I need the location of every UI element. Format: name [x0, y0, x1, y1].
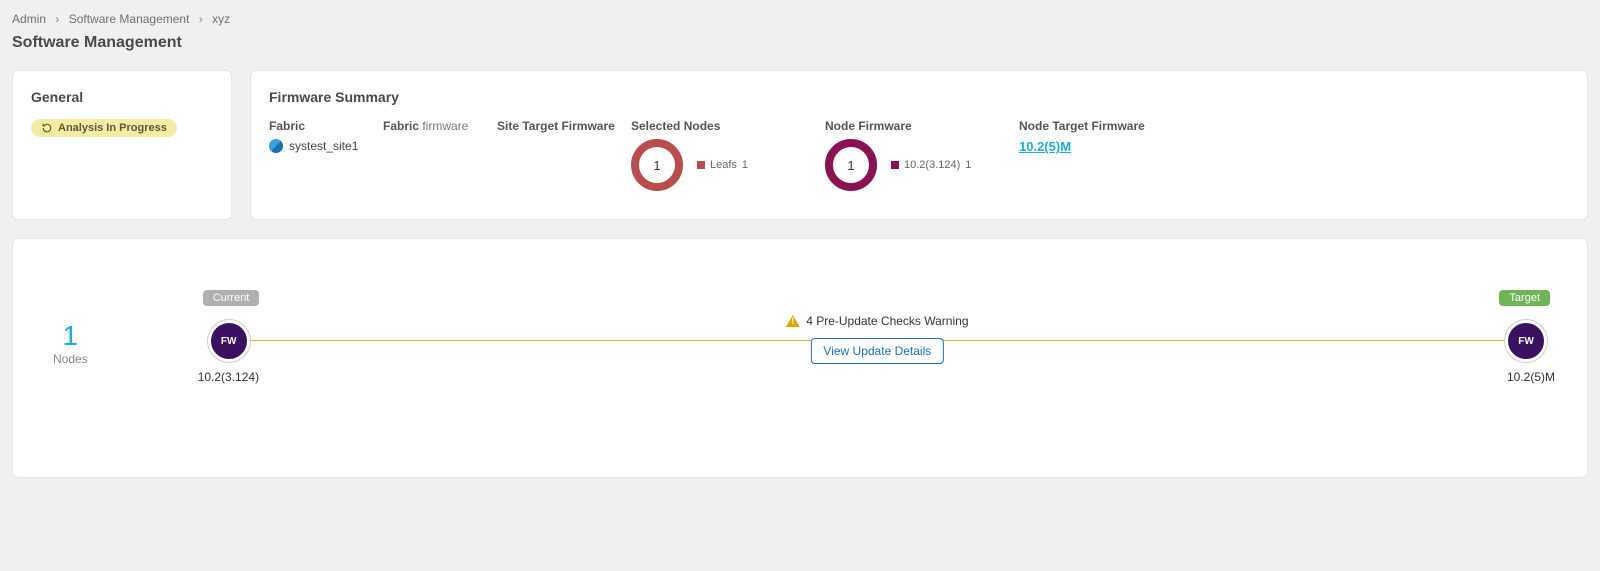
warning-text: 4 Pre-Update Checks Warning [806, 314, 968, 328]
nodes-count: 1 [53, 320, 88, 352]
breadcrumb: Admin › Software Management › xyz [12, 12, 1588, 26]
fabric-column: Fabric systest_site1 [269, 119, 369, 153]
fabric-row: systest_site1 [269, 139, 369, 153]
target-tag: Target [1499, 290, 1550, 306]
current-tag: Current [203, 290, 260, 306]
legend-label: 10.2(3.124) [904, 159, 960, 171]
current-fw-node[interactable]: FW [208, 320, 250, 362]
site-target-column: Site Target Firmware [497, 119, 617, 139]
node-firmware-value: 1 [847, 158, 854, 173]
general-card: General Analysis In Progress [12, 70, 232, 220]
status-badge: Analysis In Progress [31, 119, 177, 137]
nodes-count-label: Nodes [53, 352, 88, 366]
warning-icon [786, 315, 800, 327]
timeline-center: 4 Pre-Update Checks Warning View Update … [786, 314, 968, 364]
node-target-firmware-column: Node Target Firmware 10.2(5)M [1019, 119, 1159, 154]
site-target-label: Site Target Firmware [497, 119, 617, 133]
target-fw-node[interactable]: FW [1505, 320, 1547, 362]
fabric-firmware-label: Fabric firmware [383, 119, 483, 133]
selected-nodes-column: Selected Nodes 1 Leafs 1 [631, 119, 811, 191]
timeline-card: 1 Nodes Current FW 10.2(3.124) Target FW… [12, 238, 1588, 478]
firmware-summary-card: Firmware Summary Fabric systest_site1 Fa… [250, 70, 1588, 220]
target-firmware-link[interactable]: 10.2(5)M [1019, 139, 1071, 154]
node-firmware-donut: 1 [825, 139, 877, 191]
node-firmware-legend: 10.2(3.124) 1 [891, 159, 971, 171]
chevron-right-icon: › [199, 12, 203, 26]
legend-swatch-icon [697, 161, 705, 169]
node-firmware-label: Node Firmware [825, 119, 1005, 133]
summary-title: Firmware Summary [269, 89, 1569, 105]
current-version: 10.2(3.124) [198, 370, 259, 384]
node-firmware-column: Node Firmware 1 10.2(3.124) 1 [825, 119, 1005, 191]
breadcrumb-item[interactable]: Admin [12, 12, 46, 26]
warning-line: 4 Pre-Update Checks Warning [786, 314, 968, 328]
status-text: Analysis In Progress [58, 122, 167, 134]
node-target-label: Node Target Firmware [1019, 119, 1159, 133]
legend-label: Leafs [710, 159, 737, 171]
legend-count: 1 [742, 159, 748, 171]
breadcrumb-item[interactable]: Software Management [69, 12, 190, 26]
refresh-icon [41, 122, 53, 134]
selected-nodes-value: 1 [653, 158, 660, 173]
legend-count: 1 [965, 159, 971, 171]
page-title: Software Management [12, 34, 1588, 52]
selected-nodes-legend: Leafs 1 [697, 159, 748, 171]
selected-nodes-donut: 1 [631, 139, 683, 191]
fabric-firmware-column: Fabric firmware [383, 119, 483, 139]
nodes-count-block: 1 Nodes [53, 320, 88, 366]
general-title: General [31, 89, 213, 105]
chevron-right-icon: › [55, 12, 59, 26]
timeline-area: Current FW 10.2(3.124) Target FW 10.2(5)… [208, 288, 1547, 398]
view-update-details-button[interactable]: View Update Details [810, 338, 944, 364]
target-version: 10.2(5)M [1507, 370, 1555, 384]
fabric-label: Fabric [269, 119, 369, 133]
breadcrumb-item[interactable]: xyz [212, 12, 230, 26]
selected-nodes-label: Selected Nodes [631, 119, 811, 133]
fabric-name: systest_site1 [289, 139, 358, 153]
globe-icon [269, 139, 283, 153]
legend-swatch-icon [891, 161, 899, 169]
